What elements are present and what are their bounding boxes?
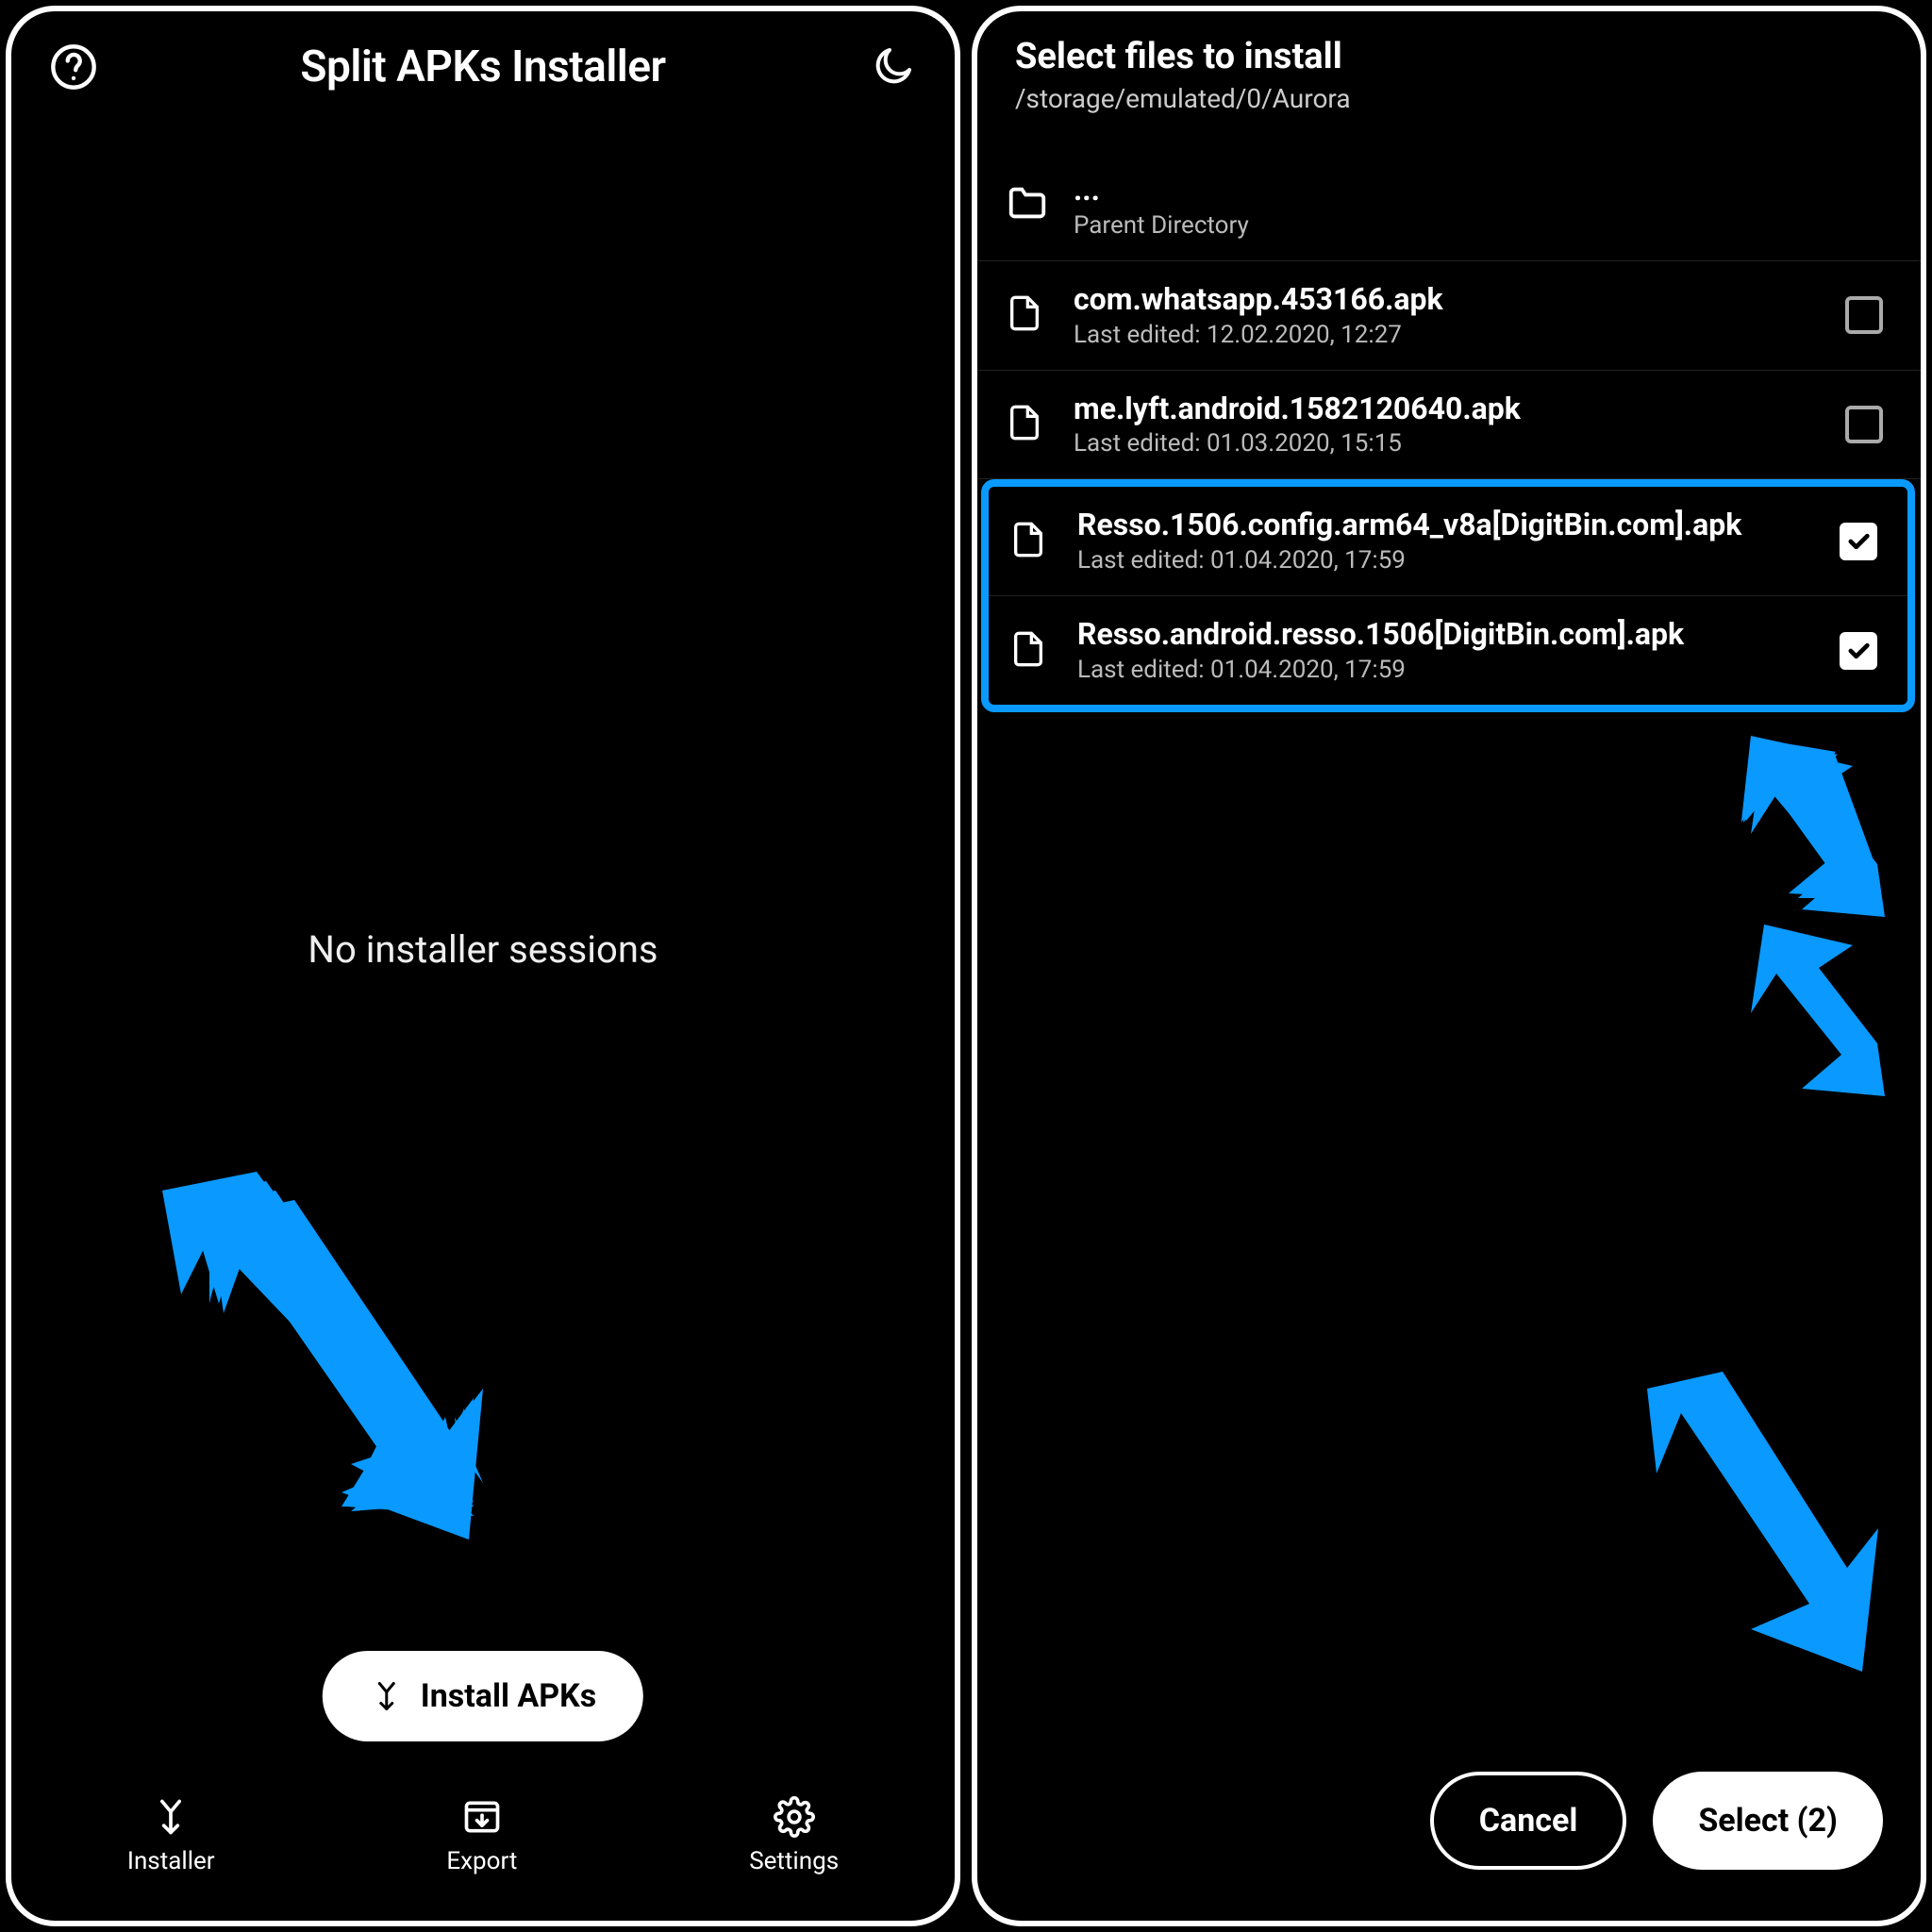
file-name: me.lyft.android.1582120640.apk xyxy=(1074,391,1821,426)
bottom-nav: Installer Export Settings xyxy=(11,1787,955,1921)
file-subtitle: Last edited: 01.04.2020, 17:59 xyxy=(1077,546,1815,575)
empty-state-text: No installer sessions xyxy=(11,111,955,1787)
parent-dots: ... xyxy=(1074,173,1883,208)
gear-icon xyxy=(774,1796,815,1838)
file-name: com.whatsapp.453166.apk xyxy=(1074,282,1821,317)
merge-arrow-icon xyxy=(370,1679,404,1713)
select-button[interactable]: Select (2) xyxy=(1653,1772,1883,1870)
file-row-lyft[interactable]: me.lyft.android.1582120640.apk Last edit… xyxy=(977,371,1921,480)
checkbox-checked[interactable] xyxy=(1840,523,1877,560)
nav-installer-label: Installer xyxy=(127,1847,215,1875)
nav-settings[interactable]: Settings xyxy=(749,1796,839,1875)
selected-files-highlight: Resso.1506.config.arm64_v8a[DigitBin.com… xyxy=(981,479,1915,712)
install-apks-button[interactable]: Install APKs xyxy=(323,1651,643,1741)
installer-icon xyxy=(150,1796,192,1838)
picker-header: Select files to install /storage/emulate… xyxy=(977,11,1921,124)
nav-installer[interactable]: Installer xyxy=(127,1796,215,1875)
file-subtitle: Last edited: 01.03.2020, 15:15 xyxy=(1074,429,1821,458)
checkbox-checked[interactable] xyxy=(1840,632,1877,670)
nav-export[interactable]: Export xyxy=(446,1796,517,1875)
theme-moon-icon[interactable] xyxy=(868,42,917,92)
checkbox[interactable] xyxy=(1845,406,1883,443)
folder-icon xyxy=(1006,182,1049,229)
nav-settings-label: Settings xyxy=(749,1847,839,1875)
file-icon xyxy=(1006,291,1049,339)
cancel-label: Cancel xyxy=(1479,1802,1578,1840)
file-name: Resso.1506.config.arm64_v8a[DigitBin.com… xyxy=(1077,508,1815,542)
file-name: Resso.android.resso.1506[DigitBin.com].a… xyxy=(1077,617,1815,652)
app-topbar: Split APKs Installer xyxy=(11,11,955,111)
export-icon xyxy=(461,1796,503,1838)
parent-label: Parent Directory xyxy=(1074,211,1883,240)
file-row-whatsapp[interactable]: com.whatsapp.453166.apk Last edited: 12.… xyxy=(977,261,1921,371)
checkbox[interactable] xyxy=(1845,296,1883,334)
file-icon xyxy=(1009,518,1053,565)
file-row-resso-config[interactable]: Resso.1506.config.arm64_v8a[DigitBin.com… xyxy=(989,487,1907,596)
file-row-resso-base[interactable]: Resso.android.resso.1506[DigitBin.com].a… xyxy=(989,596,1907,705)
install-apks-label: Install APKs xyxy=(421,1677,596,1715)
installer-screen: Split APKs Installer No installer sessio… xyxy=(6,6,960,1926)
picker-title: Select files to install xyxy=(1015,36,1883,77)
picker-path: /storage/emulated/0/Aurora xyxy=(1015,83,1883,114)
help-icon[interactable] xyxy=(49,42,98,92)
nav-export-label: Export xyxy=(446,1847,517,1875)
file-subtitle: Last edited: 12.02.2020, 12:27 xyxy=(1074,321,1821,349)
file-subtitle: Last edited: 01.04.2020, 17:59 xyxy=(1077,656,1815,684)
page-title: Split APKs Installer xyxy=(300,42,665,92)
file-picker-screen: Select files to install /storage/emulate… xyxy=(972,6,1926,1926)
file-icon xyxy=(1009,627,1053,675)
picker-buttons: Cancel Select (2) xyxy=(1430,1772,1883,1870)
cancel-button[interactable]: Cancel xyxy=(1430,1772,1627,1870)
parent-directory-row[interactable]: ... Parent Directory xyxy=(977,152,1921,261)
file-list: ... Parent Directory com.whatsapp.453166… xyxy=(977,152,1921,1921)
file-icon xyxy=(1006,401,1049,448)
select-label: Select (2) xyxy=(1698,1802,1838,1840)
